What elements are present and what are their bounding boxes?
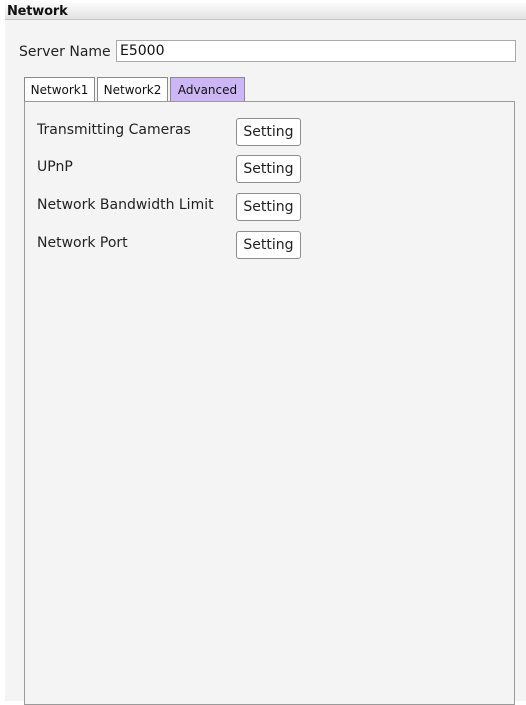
network-port-setting-button[interactable]: Setting: [236, 231, 301, 259]
upnp-label: UPnP: [37, 159, 73, 175]
tab-network1[interactable]: Network1: [24, 77, 95, 101]
server-name-input[interactable]: [116, 40, 516, 62]
network-bandwidth-limit-label: Network Bandwidth Limit: [37, 197, 214, 213]
transmitting-cameras-setting-button[interactable]: Setting: [236, 118, 301, 146]
advanced-tab-panel: Transmitting Cameras Setting UPnP Settin…: [24, 101, 515, 705]
transmitting-cameras-label: Transmitting Cameras: [37, 122, 191, 138]
tab-bar: Network1 Network2 Advanced: [24, 77, 247, 102]
network-bandwidth-limit-setting-button[interactable]: Setting: [236, 193, 301, 221]
network-settings-pane: Server Name Network1 Network2 Advanced T…: [5, 20, 526, 705]
window-title-bar: Network: [5, 3, 526, 20]
tab-network2[interactable]: Network2: [97, 77, 168, 101]
network-port-label: Network Port: [37, 235, 128, 251]
upnp-setting-button[interactable]: Setting: [236, 155, 301, 183]
server-name-label: Server Name: [19, 44, 111, 60]
tab-advanced[interactable]: Advanced: [170, 77, 245, 101]
window-title: Network: [7, 4, 68, 19]
